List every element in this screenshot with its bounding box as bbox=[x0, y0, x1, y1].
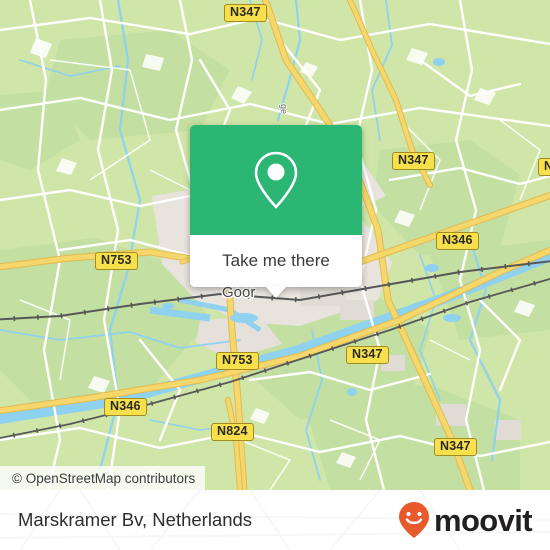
moovit-map-screenshot: N347 N347 N346 N753 N753 N347 N346 N824 … bbox=[0, 0, 550, 550]
road-shield: N347 bbox=[224, 4, 267, 22]
road-shield: N753 bbox=[216, 352, 259, 370]
road-shield: N824 bbox=[211, 423, 254, 441]
moovit-logo: moovit bbox=[397, 501, 533, 539]
road-shield: N346 bbox=[104, 398, 147, 416]
road-shield: N346 bbox=[436, 232, 479, 250]
moovit-pin-icon bbox=[398, 502, 429, 538]
place-popup-card[interactable]: Take me there bbox=[190, 125, 362, 298]
footer-bar: Marskramer Bv, Netherlands moovit bbox=[0, 490, 550, 550]
location-title: Marskramer Bv, Netherlands bbox=[18, 509, 253, 530]
attribution-text: © OpenStreetMap contributors bbox=[12, 470, 196, 486]
take-me-there-button[interactable]: Take me there bbox=[190, 235, 362, 298]
take-me-there-label: Take me there bbox=[222, 251, 330, 270]
road-shield: N347 bbox=[346, 346, 389, 364]
road-shield: N753 bbox=[95, 252, 138, 270]
map-attribution[interactable]: © OpenStreetMap contributors bbox=[0, 466, 206, 490]
road-shield: N347 bbox=[392, 152, 435, 170]
street-label: ge bbox=[279, 104, 289, 115]
popup-pin-area bbox=[190, 125, 362, 235]
map-canvas[interactable]: N347 N347 N346 N753 N753 N347 N346 N824 … bbox=[0, 0, 550, 490]
popup-pointer-tail bbox=[265, 286, 287, 298]
road-shield: N347 bbox=[434, 438, 477, 456]
road-shield: N34 bbox=[538, 158, 550, 176]
location-pin-icon bbox=[254, 151, 298, 209]
moovit-wordmark: moovit bbox=[433, 502, 533, 538]
